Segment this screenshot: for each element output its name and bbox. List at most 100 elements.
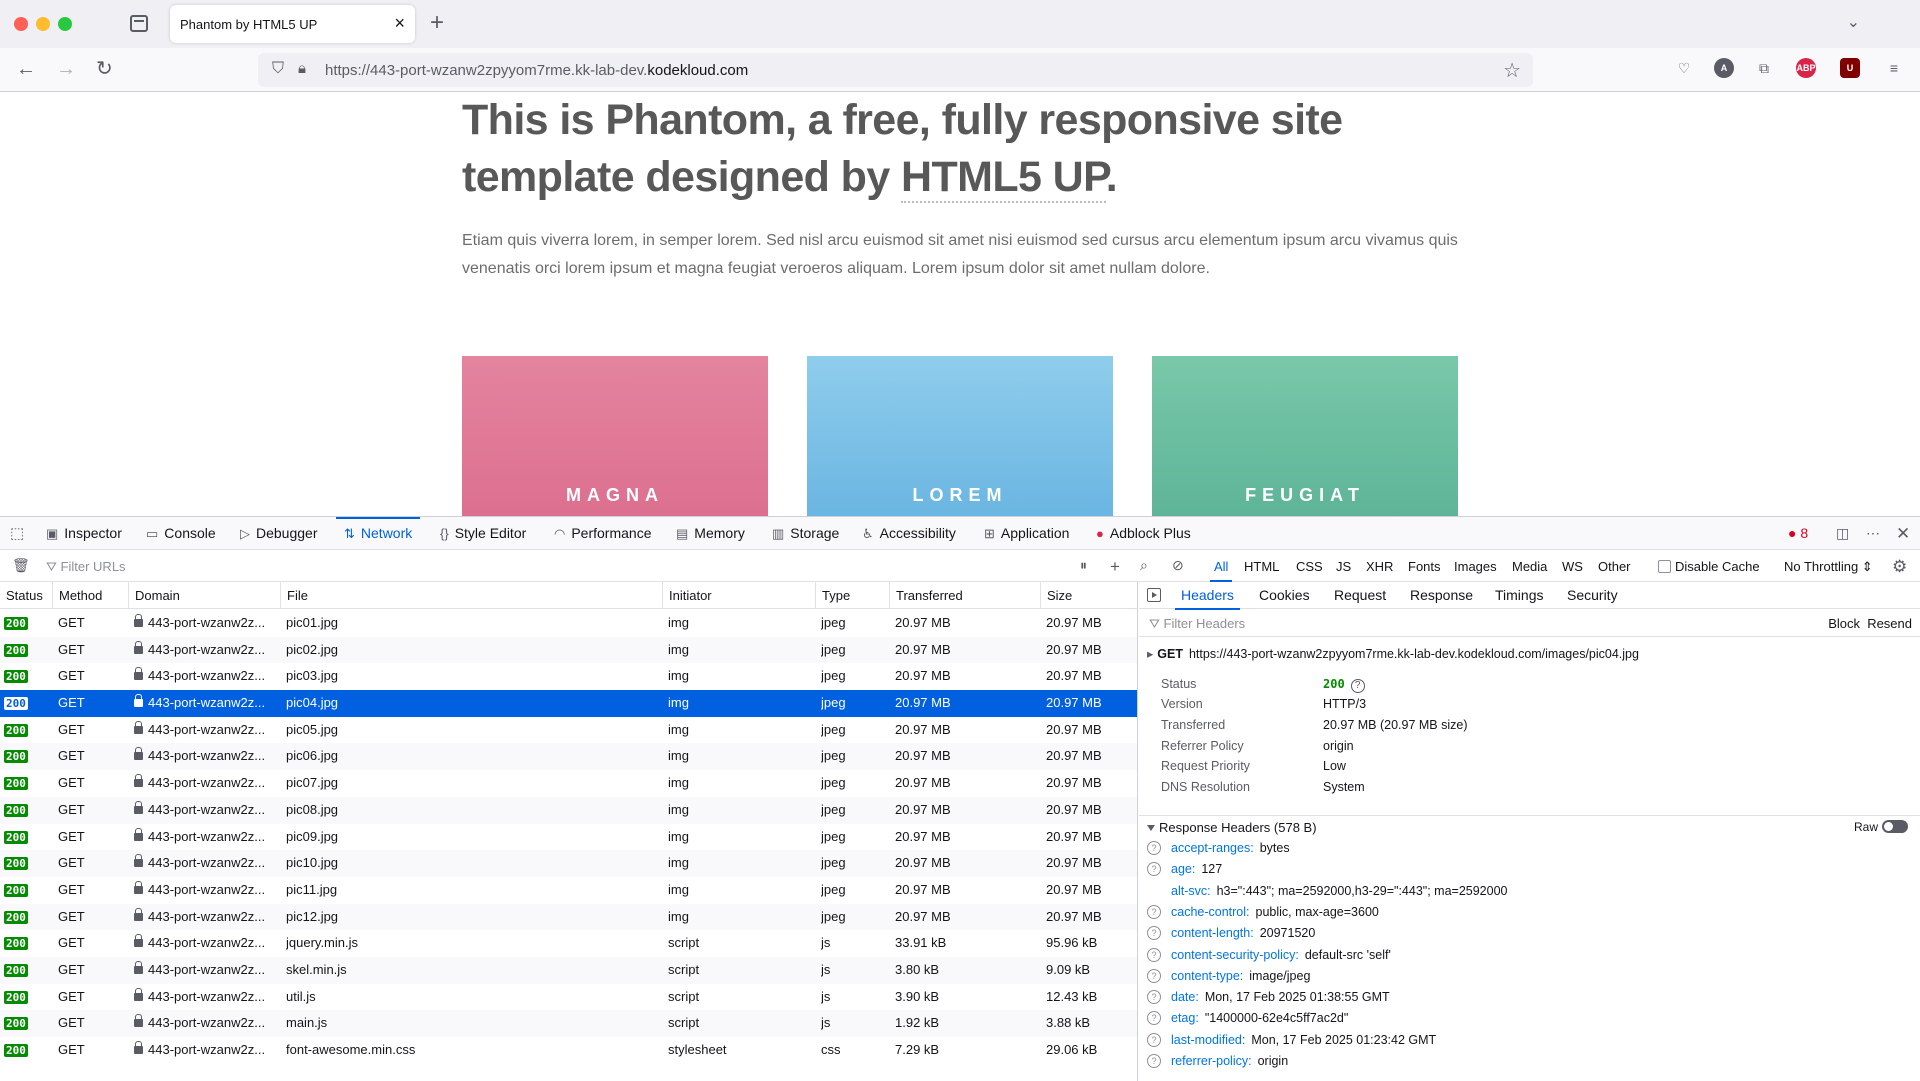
table-row[interactable]: 200 GET 443-port-wzanw2z... pic03.jpg img jpe…: [0, 663, 1137, 690]
help-icon[interactable]: ?: [1147, 947, 1161, 962]
tab-storage[interactable]: ▥ Storage: [772, 517, 839, 550]
pick-element-icon[interactable]: ⬚: [10, 525, 24, 542]
tracking-protection-icon[interactable]: ⛉: [272, 60, 284, 78]
tab-accessibility[interactable]: ♿︎ Accessibility: [862, 517, 956, 550]
help-icon[interactable]: ?: [1147, 1011, 1161, 1026]
close-tab-icon[interactable]: ×: [394, 13, 405, 33]
table-row[interactable]: 200 GET 443-port-wzanw2z... pic08.jpg img jpe…: [0, 796, 1137, 824]
help-icon[interactable]: ?: [1147, 990, 1161, 1005]
table-row[interactable]: 200 GET 443-port-wzanw2z... pic01.jpg img jpe…: [0, 610, 1137, 637]
filter-headers-input[interactable]: ⛛ Filter Headers: [1149, 616, 1245, 632]
table-row[interactable]: 200 GET 443-port-wzanw2z... pic12.jpg img jpe…: [0, 903, 1137, 931]
table-row[interactable]: 200 GET 443-port-wzanw2z... pic04.jpg img jpe…: [0, 690, 1137, 717]
help-icon[interactable]: ?: [1147, 1054, 1161, 1068]
table-row[interactable]: 200 GET 443-port-wzanw2z... jquery.min.js sc…: [0, 930, 1137, 957]
filter-media[interactable]: Media: [1512, 559, 1547, 574]
table-row[interactable]: 200 GET 443-port-wzanw2z... skel.min.js scri…: [0, 956, 1137, 984]
bookmark-star-icon[interactable]: ☆: [1503, 58, 1521, 83]
error-count[interactable]: ● 8: [1788, 525, 1808, 542]
browser-tab[interactable]: Phantom by HTML5 UP ×: [170, 5, 415, 43]
table-row[interactable]: 200 GET 443-port-wzanw2z... pic11.jpg img jpe…: [0, 877, 1137, 904]
filter-urls-input[interactable]: ⛛ Filter URLs: [46, 559, 126, 575]
column-type[interactable]: Type: [815, 582, 850, 609]
raw-toggle[interactable]: Raw: [1854, 820, 1908, 834]
tab-adblock-plus[interactable]: ● Adblock Plus: [1096, 517, 1191, 550]
filter-js[interactable]: JS: [1336, 559, 1351, 574]
tab-response[interactable]: Response: [1410, 582, 1473, 609]
help-icon[interactable]: ?: [1147, 968, 1161, 983]
table-row[interactable]: 200 GET 443-port-wzanw2z... main.js script js…: [0, 1010, 1137, 1037]
adblock-plus-icon[interactable]: ABP: [1796, 58, 1816, 78]
block-button[interactable]: Block: [1828, 616, 1860, 631]
tab-console[interactable]: ▭ Console: [146, 517, 216, 550]
column-size[interactable]: Size: [1040, 582, 1072, 609]
tab-security[interactable]: Security: [1567, 582, 1618, 609]
column-transferred[interactable]: Transferred: [889, 582, 963, 609]
table-row[interactable]: 200 GET 443-port-wzanw2z... pic10.jpg img jpe…: [0, 850, 1137, 877]
pause-icon[interactable]: ⏸︎: [1080, 557, 1087, 574]
toggle-sidebar-icon[interactable]: [1147, 588, 1161, 602]
tab-headers[interactable]: Headers: [1175, 582, 1240, 610]
resend-button[interactable]: Resend: [1867, 616, 1912, 631]
close-window-button[interactable]: [14, 17, 28, 31]
filter-css[interactable]: CSS: [1296, 559, 1323, 574]
dock-side-icon[interactable]: ◫: [1836, 525, 1849, 542]
menu-icon[interactable]: ≡: [1884, 58, 1904, 78]
block-urls-icon[interactable]: ⊘: [1172, 557, 1184, 574]
lock-icon[interactable]: 🔒︎: [298, 60, 306, 77]
tab-style-editor[interactable]: {} Style Editor: [440, 517, 526, 550]
address-bar[interactable]: ⛉ 🔒︎ https://443-port-wzanw2zpyyom7rme.k…: [258, 53, 1533, 87]
disable-cache-checkbox[interactable]: Disable Cache: [1658, 559, 1760, 574]
close-devtools-icon[interactable]: ✕: [1896, 525, 1910, 542]
tab-cookies[interactable]: Cookies: [1259, 582, 1310, 609]
filter-other[interactable]: Other: [1598, 559, 1631, 574]
help-icon[interactable]: ?: [1350, 679, 1365, 693]
filter-fonts[interactable]: Fonts: [1408, 559, 1441, 574]
tile-feugiat[interactable]: FEUGIAT: [1152, 356, 1458, 516]
help-icon[interactable]: ?: [1147, 841, 1161, 855]
response-header-row[interactable]: ? age: 127: [1147, 860, 1222, 878]
tab-inspector[interactable]: ▣ Inspector: [46, 517, 122, 550]
table-row[interactable]: 200 GET 443-port-wzanw2z... pic02.jpg img jpe…: [0, 636, 1137, 664]
column-file[interactable]: File: [280, 582, 308, 609]
response-header-row[interactable]: ? date: Mon, 17 Feb 2025 01:38:55 GMT: [1147, 988, 1390, 1006]
tab-overview-icon[interactable]: [130, 15, 148, 32]
response-header-row[interactable]: ? content-type: image/jpeg: [1147, 967, 1310, 985]
response-headers-section[interactable]: Response Headers (578 B) Raw: [1139, 815, 1920, 839]
tab-application[interactable]: ⊞ Application: [984, 517, 1069, 550]
response-header-row[interactable]: ? alt-svc: h3=":443"; ma=2592000,h3-29=":4…: [1147, 882, 1508, 900]
minimize-window-button[interactable]: [36, 17, 50, 31]
help-icon[interactable]: ?: [1147, 904, 1161, 919]
tab-memory[interactable]: ▤ Memory: [676, 517, 745, 550]
response-header-row[interactable]: ? etag: "1400000-62e4c5ff7ac2d": [1147, 1009, 1348, 1027]
ublock-icon[interactable]: U: [1840, 58, 1860, 78]
filter-html[interactable]: HTML: [1244, 559, 1279, 574]
tile-magna[interactable]: MAGNA: [462, 356, 768, 516]
more-options-icon[interactable]: ⋯: [1866, 525, 1880, 542]
new-tab-icon[interactable]: +: [430, 10, 444, 36]
tab-debugger[interactable]: ▷ Debugger: [240, 517, 318, 550]
throttling-select[interactable]: No Throttling ⇕: [1784, 559, 1873, 575]
clear-log-icon[interactable]: 🗑︎: [12, 557, 30, 574]
response-header-row[interactable]: ? referrer-policy: origin: [1147, 1052, 1288, 1070]
table-row[interactable]: 200 GET 443-port-wzanw2z... pic06.jpg img jpe…: [0, 743, 1137, 771]
extensions-icon[interactable]: ⧉: [1754, 58, 1774, 78]
help-icon[interactable]: ?: [1147, 926, 1161, 941]
forward-icon[interactable]: →: [56, 57, 76, 81]
filter-ws[interactable]: WS: [1562, 559, 1583, 574]
account-icon[interactable]: A: [1714, 58, 1734, 78]
search-icon[interactable]: ⌕: [1140, 557, 1148, 574]
maximize-window-button[interactable]: [58, 17, 72, 31]
tab-network[interactable]: ⇅ Network: [335, 517, 421, 550]
tab-performance[interactable]: ◠ Performance: [554, 517, 652, 550]
table-row[interactable]: 200 GET 443-port-wzanw2z... pic05.jpg img jpe…: [0, 717, 1137, 744]
column-status[interactable]: Status: [0, 582, 43, 609]
help-icon[interactable]: ?: [1147, 1032, 1161, 1047]
filter-images[interactable]: Images: [1454, 559, 1497, 574]
column-method[interactable]: Method: [52, 582, 102, 609]
column-domain[interactable]: Domain: [128, 582, 180, 609]
reload-icon[interactable]: ↻: [96, 57, 113, 81]
url-text[interactable]: https://443-port-wzanw2zpyyom7rme.kk-lab…: [325, 62, 748, 79]
table-row[interactable]: 200 GET 443-port-wzanw2z... util.js script js…: [0, 984, 1137, 1011]
filter-xhr[interactable]: XHR: [1366, 559, 1393, 574]
